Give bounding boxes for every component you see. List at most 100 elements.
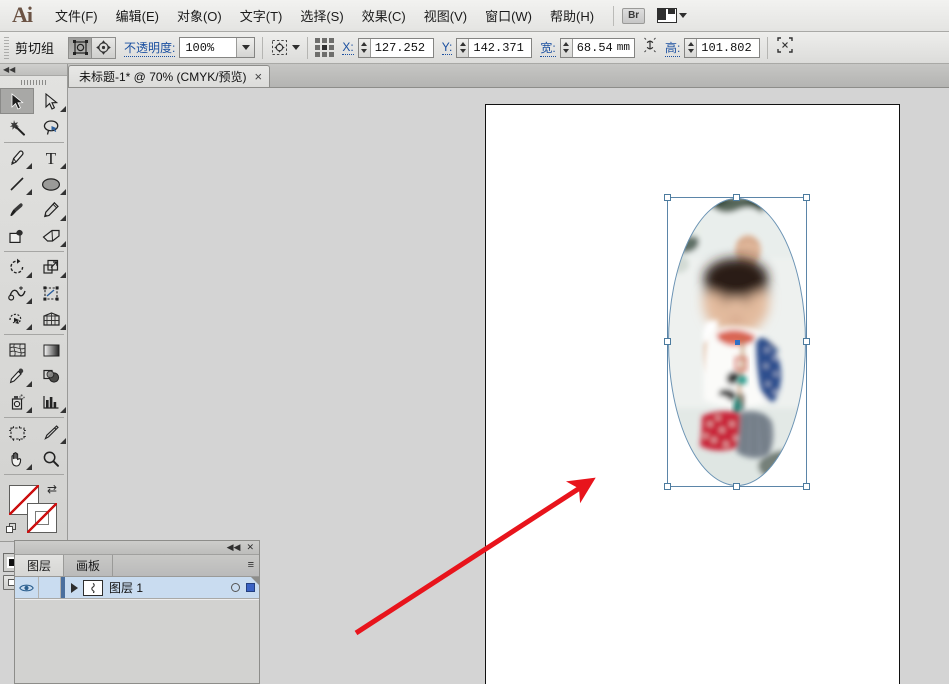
y-field[interactable]: 142.371 (456, 37, 533, 58)
menu-select[interactable]: 选择(S) (291, 1, 352, 30)
layers-list-body[interactable] (15, 599, 259, 681)
height-label[interactable]: 高: (664, 39, 681, 57)
tools-panel-grip[interactable] (0, 76, 67, 88)
type-tool[interactable]: T (34, 145, 68, 171)
menu-effect[interactable]: 效果(C) (353, 1, 415, 30)
layer-name-label[interactable]: 图层 1 (109, 579, 143, 596)
opacity-value[interactable]: 100% (180, 38, 236, 57)
gradient-tool[interactable] (34, 337, 68, 363)
stroke-swatch[interactable] (27, 503, 57, 533)
resize-handle-bottom-left[interactable] (664, 483, 671, 490)
y-value[interactable]: 142.371 (469, 39, 531, 57)
x-stepper[interactable] (358, 38, 371, 57)
resize-handle-top-center[interactable] (733, 194, 740, 201)
opacity-field[interactable]: 100% (179, 37, 256, 58)
resize-handle-top-left[interactable] (664, 194, 671, 201)
paintbrush-tool[interactable] (0, 197, 34, 223)
table-row[interactable]: 图层 1 (15, 577, 259, 599)
close-icon[interactable]: ✕ (246, 543, 254, 552)
pencil-tool[interactable] (34, 197, 68, 223)
lasso-tool[interactable] (34, 114, 68, 140)
isolate-group-button[interactable] (68, 36, 93, 59)
resize-handle-bottom-right[interactable] (803, 483, 810, 490)
eraser-tool[interactable] (34, 223, 68, 249)
swap-fill-stroke-icon[interactable]: ⇄ (47, 483, 57, 495)
blob-brush-tool[interactable] (0, 223, 34, 249)
width-value[interactable]: 68.54 (573, 39, 617, 57)
height-value[interactable]: 101.802 (697, 39, 759, 57)
slice-tool[interactable] (34, 420, 68, 446)
line-segment-tool[interactable] (0, 171, 34, 197)
scale-tool[interactable] (34, 254, 68, 280)
collapse-panel-icon[interactable]: ◀◀ (227, 543, 241, 552)
edit-contents-button[interactable] (92, 36, 117, 59)
height-stepper[interactable] (685, 38, 698, 57)
ellipse-tool[interactable] (34, 171, 68, 197)
selection-tool[interactable] (0, 88, 34, 114)
height-field[interactable]: 101.802 (684, 37, 761, 58)
ref-pt-center[interactable] (322, 45, 328, 50)
collapse-panel-icon[interactable]: ◀◀ (3, 65, 15, 74)
menu-object[interactable]: 对象(O) (168, 1, 231, 30)
ref-pt-ml[interactable] (315, 45, 321, 50)
y-stepper[interactable] (457, 38, 470, 57)
default-fill-stroke-icon[interactable] (6, 523, 17, 534)
transform-dropdown[interactable] (270, 38, 301, 57)
constrain-proportions-button[interactable] (642, 36, 658, 59)
transform-each-button[interactable] (775, 35, 795, 60)
width-tool[interactable] (0, 280, 34, 306)
selected-artwork-group[interactable] (664, 194, 810, 490)
eyedropper-tool[interactable] (0, 363, 34, 389)
x-field[interactable]: 127.252 (357, 37, 434, 58)
resize-handle-middle-right[interactable] (803, 338, 810, 345)
control-bar-grip[interactable] (4, 36, 9, 59)
ref-pt-tr[interactable] (329, 38, 335, 43)
pen-tool[interactable] (0, 145, 34, 171)
hand-tool[interactable] (0, 446, 34, 472)
ref-pt-bc[interactable] (322, 52, 328, 57)
x-value[interactable]: 127.252 (371, 39, 433, 57)
document-tab[interactable]: 未标题-1* @ 70% (CMYK/预览) × (68, 65, 271, 87)
panel-menu-icon[interactable]: ≡ (248, 560, 254, 571)
symbol-sprayer-tool[interactable] (0, 389, 34, 415)
layer-visibility-toggle[interactable] (15, 577, 39, 598)
direct-selection-tool[interactable] (34, 88, 68, 114)
width-stepper[interactable] (560, 38, 573, 57)
free-transform-tool[interactable] (34, 280, 68, 306)
width-field[interactable]: 68.54 mm (559, 37, 635, 58)
menu-help[interactable]: 帮助(H) (541, 1, 603, 30)
opacity-label[interactable]: 不透明度: (124, 39, 176, 57)
menu-view[interactable]: 视图(V) (415, 1, 476, 30)
tools-panel-header[interactable]: ◀◀ (0, 64, 67, 76)
ref-pt-tc[interactable] (322, 38, 328, 43)
blend-tool[interactable] (34, 363, 68, 389)
close-icon[interactable]: × (255, 70, 263, 83)
tab-artboards[interactable]: 画板 (64, 555, 114, 576)
layer-expand-toggle[interactable] (65, 582, 83, 593)
resize-handle-top-right[interactable] (803, 194, 810, 201)
magic-wand-tool[interactable] (0, 114, 34, 140)
tab-layers[interactable]: 图层 (15, 555, 65, 576)
resize-handle-bottom-center[interactable] (733, 483, 740, 490)
width-label[interactable]: 宽: (540, 39, 556, 57)
shape-builder-tool[interactable] (0, 306, 34, 332)
arrange-documents-button[interactable] (657, 8, 688, 23)
x-label[interactable]: X: (342, 40, 354, 55)
y-label[interactable]: Y: (441, 40, 453, 55)
perspective-grid-tool[interactable] (34, 306, 68, 332)
column-graph-tool[interactable] (34, 389, 68, 415)
layers-panel-titlebar[interactable]: ◀◀ ✕ (15, 541, 259, 555)
reference-point-grid-icon[interactable] (315, 38, 335, 57)
resize-handle-middle-left[interactable] (664, 338, 671, 345)
rotate-tool[interactable] (0, 254, 34, 280)
ref-pt-tl[interactable] (315, 38, 321, 43)
menu-type[interactable]: 文字(T) (231, 1, 292, 30)
opacity-dropdown-button[interactable] (236, 38, 255, 57)
artboard-tool[interactable] (0, 420, 34, 446)
menu-file[interactable]: 文件(F) (46, 1, 107, 30)
target-circle-icon[interactable] (231, 583, 240, 592)
zoom-tool[interactable] (34, 446, 68, 472)
ref-pt-bl[interactable] (315, 52, 321, 57)
ref-pt-br[interactable] (329, 52, 335, 57)
menu-edit[interactable]: 编辑(E) (107, 1, 168, 30)
